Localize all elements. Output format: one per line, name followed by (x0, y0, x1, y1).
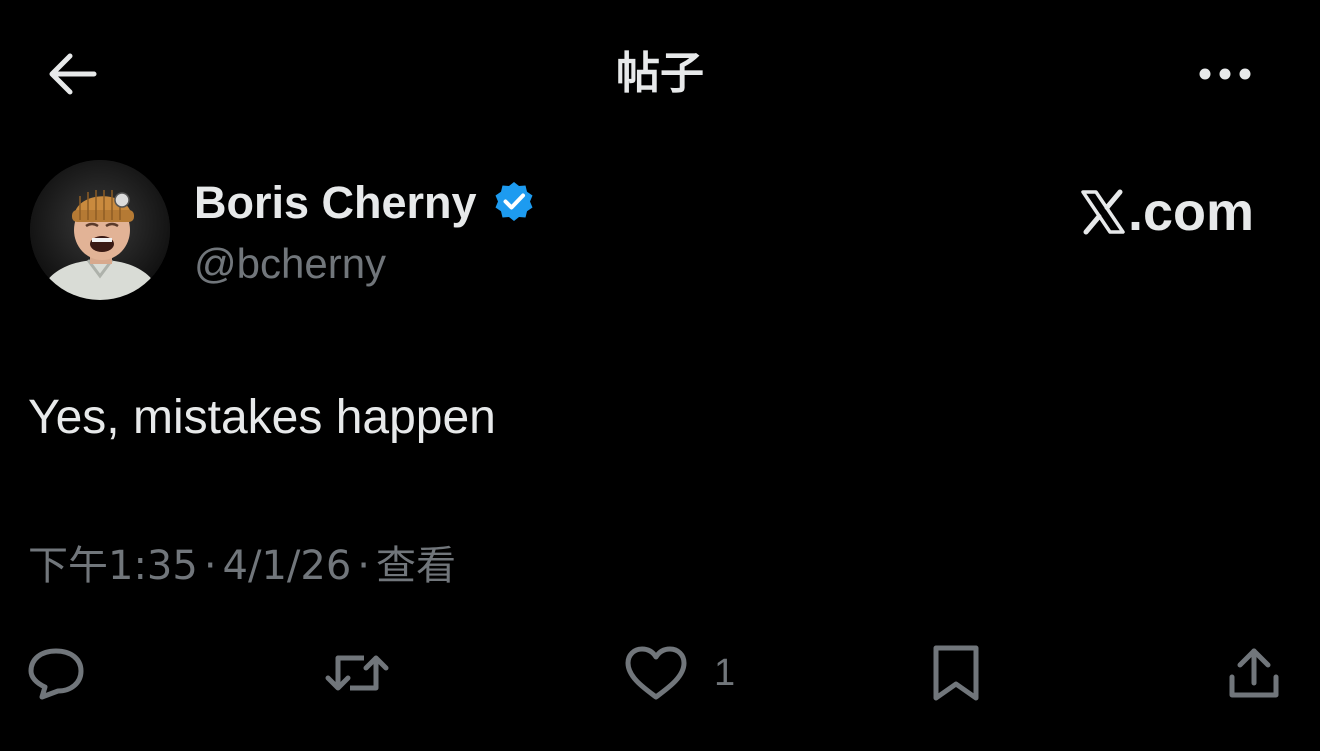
like-button[interactable]: 1 (624, 640, 764, 706)
post-time[interactable]: 下午1:35 (28, 538, 198, 594)
bookmark-icon (933, 645, 979, 701)
share-button[interactable] (1226, 640, 1286, 706)
author-display-name[interactable]: Boris Cherny (194, 174, 477, 232)
more-options-button[interactable] (1190, 50, 1260, 98)
post-text: Yes, mistakes happen (28, 391, 496, 444)
author-username[interactable]: @bcherny (194, 236, 386, 292)
page-title: 帖子 (616, 48, 704, 99)
repost-button[interactable] (324, 640, 394, 706)
avatar[interactable] (30, 160, 170, 300)
x-logo-icon (1081, 189, 1125, 235)
bookmark-button[interactable] (930, 640, 986, 706)
more-horizontal-icon (1199, 68, 1251, 80)
meta-separator: · (357, 543, 371, 589)
brand-domain-text: .com (1128, 182, 1255, 242)
x-com-brand: .com (1080, 180, 1254, 244)
heart-icon (625, 646, 687, 700)
arrow-left-icon (49, 53, 97, 95)
views-link[interactable]: 查看 (376, 538, 456, 594)
like-count: 1 (714, 652, 736, 694)
reply-icon (28, 648, 84, 700)
meta-separator: · (203, 543, 217, 589)
repost-icon (325, 655, 389, 691)
share-icon (1229, 648, 1279, 698)
post-meta: 下午1:35 · 4/1/26 · 查看 (28, 538, 456, 594)
verified-badge-icon (492, 180, 536, 224)
reply-button[interactable] (26, 640, 90, 706)
back-button[interactable] (38, 46, 104, 102)
avatar-image (30, 160, 170, 300)
post-date[interactable]: 4/1/26 (223, 538, 352, 594)
